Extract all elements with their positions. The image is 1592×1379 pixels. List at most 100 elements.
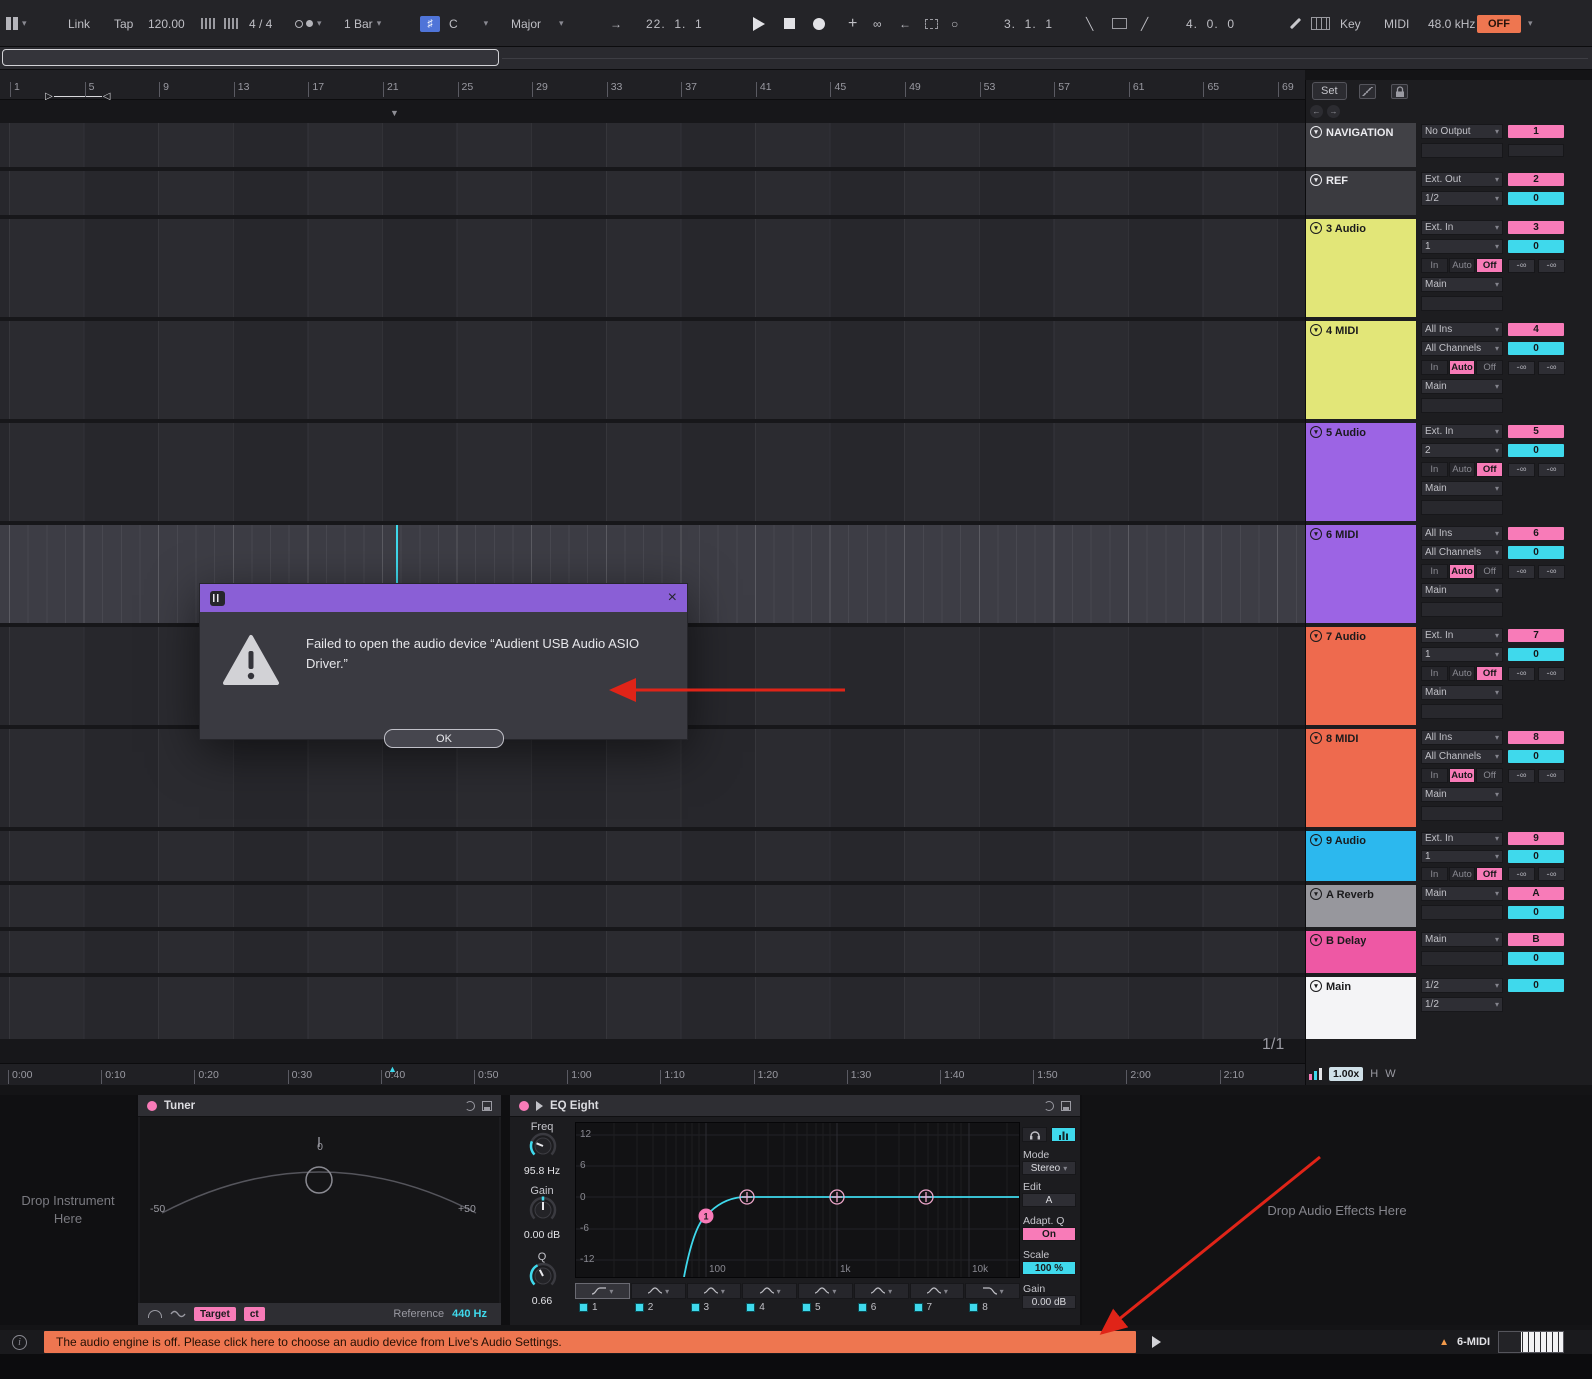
volume-value[interactable]: -∞ <box>1538 867 1565 881</box>
io-select[interactable]: 1/2 ▾ <box>1421 997 1503 1012</box>
gain-value[interactable]: 0.00 dB <box>510 1229 574 1241</box>
mini-keyboard-icon[interactable] <box>1498 1331 1564 1353</box>
drop-instrument-zone[interactable]: Drop Instrument Here <box>0 1095 136 1325</box>
track-header-4-midi[interactable]: ▾ 4 MIDI <box>1306 321 1416 419</box>
band-shape-select[interactable]: ▾ <box>630 1283 686 1299</box>
io-select[interactable]: All Channels ▾ <box>1421 749 1503 764</box>
track-header-a-reverb[interactable]: ▾ A Reverb <box>1306 885 1416 927</box>
track-header-6-midi[interactable]: ▾ 6 MIDI <box>1306 525 1416 623</box>
nudge-up-icon[interactable] <box>224 0 238 47</box>
freq-value[interactable]: 95.8 Hz <box>510 1165 574 1177</box>
band-shape-select[interactable]: ▾ <box>798 1283 853 1299</box>
band-activator[interactable]: 4 <box>742 1300 797 1314</box>
band-activator[interactable]: 6 <box>854 1300 909 1314</box>
track-header-7-audio[interactable]: ▾ 7 Audio <box>1306 627 1416 725</box>
track-lane-4-midi[interactable] <box>0 321 1305 419</box>
track-lane-ref[interactable] <box>0 171 1305 215</box>
save-preset-icon[interactable] <box>1061 1100 1071 1111</box>
nudge-down-icon[interactable] <box>201 0 215 47</box>
track-header-3-audio[interactable]: ▾ 3 Audio <box>1306 219 1416 317</box>
follow-button[interactable]: → <box>610 0 622 47</box>
monitor-in[interactable]: In <box>1421 768 1448 783</box>
q-value[interactable]: 0.66 <box>510 1295 574 1307</box>
volume-value[interactable]: -∞ <box>1508 462 1535 477</box>
track-header-ref[interactable]: ▾ REF <box>1306 171 1416 215</box>
quantize-menu[interactable]: 1 Bar ▾ <box>344 0 381 47</box>
ct-badge[interactable]: ct <box>243 1307 265 1321</box>
tap-tempo-button[interactable]: Tap <box>114 0 133 47</box>
volume-value[interactable]: -∞ <box>1538 768 1565 783</box>
monitor-in[interactable]: In <box>1421 666 1448 681</box>
chevron-down-icon[interactable]: ▾ <box>1528 0 1533 47</box>
io-select[interactable]: Ext. Out ▾ <box>1421 172 1503 187</box>
drop-audio-effects-zone[interactable]: Drop Audio Effects Here <box>1082 1095 1592 1325</box>
volume-value[interactable]: -∞ <box>1538 258 1565 273</box>
io-select[interactable]: 2 ▾ <box>1421 443 1503 458</box>
hot-swap-icon[interactable] <box>1044 1100 1054 1111</box>
track-fold-icon[interactable]: ▾ <box>1310 528 1322 540</box>
arrangement-overview[interactable] <box>0 47 1592 70</box>
headphone-icon[interactable] <box>1022 1127 1047 1142</box>
gain-knob[interactable] <box>528 1195 558 1225</box>
track-fold-icon[interactable]: ▾ <box>1310 222 1322 234</box>
track-fold-icon[interactable]: ▾ <box>1310 980 1322 992</box>
volume-value[interactable]: -∞ <box>1508 768 1535 783</box>
io-select[interactable]: Main ▾ <box>1421 583 1503 598</box>
audition-icon[interactable] <box>536 1100 543 1111</box>
zoom-height-button[interactable]: H <box>1370 1068 1378 1080</box>
loop-start-display[interactable]: 3. 1. 1 <box>1004 0 1053 47</box>
monitor-off[interactable]: Off <box>1476 258 1504 273</box>
io-select[interactable]: Main ▾ <box>1421 481 1503 496</box>
track-fold-icon[interactable]: ▾ <box>1310 126 1322 138</box>
save-preset-icon[interactable] <box>482 1100 492 1111</box>
band-shape-select[interactable]: ▾ <box>853 1283 909 1299</box>
automation-arm-icon[interactable]: ○ <box>951 0 958 47</box>
io-select[interactable]: Ext. In ▾ <box>1421 832 1503 846</box>
track-lane-3-audio[interactable] <box>0 219 1305 317</box>
band-activator[interactable]: 8 <box>965 1300 1020 1314</box>
track-fold-icon[interactable]: ▾ <box>1310 934 1322 946</box>
cpu-off-button[interactable]: OFF <box>1477 0 1521 47</box>
loop-length-display[interactable]: 4. 0. 0 <box>1186 0 1235 47</box>
monitor-off[interactable]: Off <box>1476 462 1504 477</box>
track-header-5-audio[interactable]: ▾ 5 Audio <box>1306 423 1416 521</box>
io-select[interactable]: All Channels ▾ <box>1421 341 1503 356</box>
scale-menu[interactable]: Major ▾ <box>511 0 564 47</box>
track-fold-icon[interactable]: ▾ <box>1310 732 1322 744</box>
io-select[interactable]: Main ▾ <box>1421 277 1503 292</box>
track-lane-main[interactable] <box>0 977 1305 1039</box>
monitor-auto[interactable]: Auto <box>1448 666 1476 681</box>
monitor-in[interactable]: In <box>1421 867 1448 881</box>
track-header-b-delay[interactable]: ▾ B Delay <box>1306 931 1416 973</box>
reference-value[interactable]: 440 Hz <box>452 1308 487 1320</box>
monitor-off[interactable]: Off <box>1476 564 1504 579</box>
output-gain-value[interactable]: 0.00 dB <box>1022 1295 1076 1309</box>
volume-value[interactable]: -∞ <box>1508 666 1535 681</box>
q-knob[interactable] <box>528 1261 558 1291</box>
set-button[interactable]: Set <box>1312 82 1347 100</box>
band-shape-select[interactable]: ▾ <box>686 1283 742 1299</box>
monitor-auto[interactable]: Auto <box>1448 258 1476 273</box>
io-select[interactable]: Main ▾ <box>1421 685 1503 700</box>
punch-in-icon[interactable]: ╲ <box>1086 0 1093 47</box>
monitor-off[interactable]: Off <box>1476 360 1504 375</box>
band-activator[interactable]: 7 <box>910 1300 965 1314</box>
volume-value[interactable]: -∞ <box>1508 258 1535 273</box>
wave-view-icon[interactable] <box>170 1309 186 1319</box>
add-button[interactable]: + <box>848 0 857 47</box>
monitor-off[interactable]: Off <box>1476 768 1504 783</box>
volume-value[interactable]: -∞ <box>1538 462 1565 477</box>
info-icon[interactable]: i <box>12 1334 27 1350</box>
track-lane-9-audio[interactable] <box>0 831 1305 881</box>
spectrum-icon[interactable] <box>1051 1127 1076 1142</box>
track-header-navigation[interactable]: ▾ NAVIGATION <box>1306 123 1416 167</box>
ok-button[interactable]: OK <box>384 729 504 748</box>
loop-switch-icon[interactable] <box>1112 0 1127 47</box>
monitor-in[interactable]: In <box>1421 360 1448 375</box>
track-fold-icon[interactable]: ▾ <box>1310 630 1322 642</box>
zoom-width-button[interactable]: W <box>1385 1068 1395 1080</box>
track-lane-navigation[interactable] <box>0 123 1305 167</box>
stop-button[interactable] <box>784 0 795 47</box>
monitor-auto[interactable]: Auto <box>1448 768 1476 783</box>
freq-knob[interactable] <box>528 1131 558 1161</box>
